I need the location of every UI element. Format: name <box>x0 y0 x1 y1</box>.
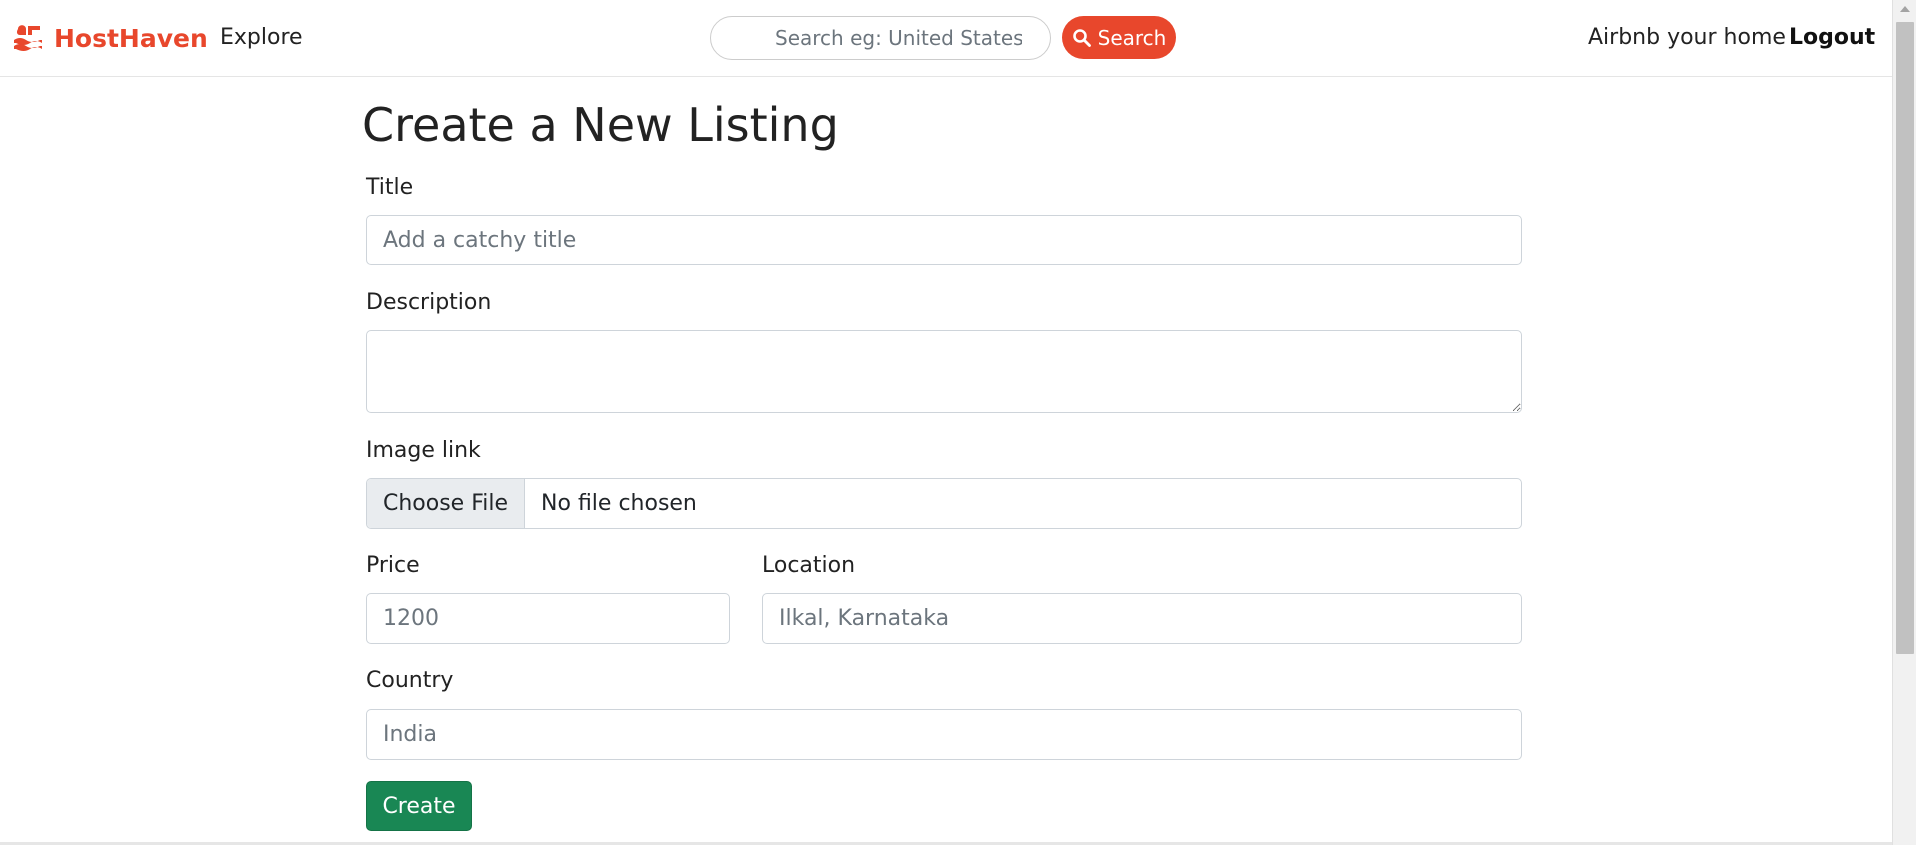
location-label: Location <box>762 553 856 578</box>
location-input[interactable] <box>762 593 1522 644</box>
search-button[interactable]: Search <box>1062 16 1176 59</box>
country-input[interactable] <box>366 709 1522 760</box>
price-input[interactable] <box>366 593 730 644</box>
navbar: HostHaven Explore Search Airbnb your hom… <box>0 0 1892 77</box>
description-textarea[interactable] <box>366 330 1522 413</box>
scroll-up-arrow-icon[interactable] <box>1900 6 1910 12</box>
country-label: Country <box>366 668 454 693</box>
search-icon <box>1072 28 1091 47</box>
airbnb-logo-icon <box>14 25 42 51</box>
scroll-thumb[interactable] <box>1896 22 1914 654</box>
host-home-link[interactable]: Airbnb your home <box>1588 24 1786 52</box>
create-button[interactable]: Create <box>366 781 472 831</box>
title-input[interactable] <box>366 215 1522 265</box>
page-title: Create a New Listing <box>362 98 839 152</box>
search-button-label: Search <box>1097 25 1167 50</box>
image-file-input[interactable]: Choose File No file chosen <box>366 478 1522 529</box>
brand-logo[interactable]: HostHaven <box>12 22 208 54</box>
price-label: Price <box>366 553 420 578</box>
nav-explore-link[interactable]: Explore <box>220 24 303 52</box>
search-input[interactable] <box>710 16 1051 60</box>
file-status: No file chosen <box>541 491 697 516</box>
logout-link[interactable]: Logout <box>1789 24 1875 52</box>
image-link-label: Image link <box>366 438 481 463</box>
brand-name: HostHaven <box>54 23 208 53</box>
vertical-scrollbar[interactable] <box>1892 0 1916 845</box>
description-label: Description <box>366 290 492 315</box>
choose-file-button[interactable]: Choose File <box>367 479 526 528</box>
title-label: Title <box>366 175 414 200</box>
